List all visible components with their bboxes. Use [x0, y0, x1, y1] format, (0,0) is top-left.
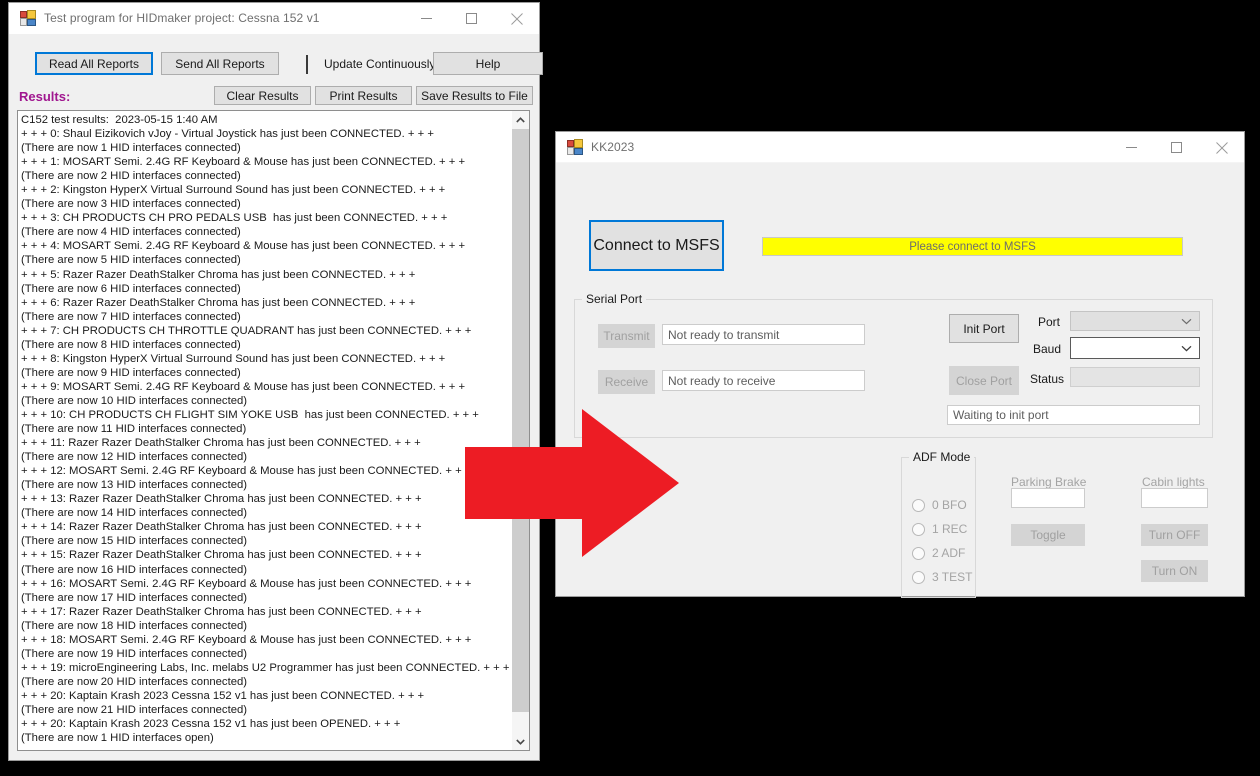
transmit-status-field[interactable]: Not ready to transmit — [662, 324, 865, 345]
results-text: C152 test results: 2023-05-15 1:40 AM + … — [21, 114, 510, 745]
serial-status-label: Status — [1030, 372, 1065, 386]
radio-icon[interactable] — [912, 570, 925, 584]
cabin-lights-turn-off-button[interactable]: Turn OFF — [1141, 524, 1208, 546]
send-all-reports-button[interactable]: Send All Reports — [161, 52, 279, 75]
close-icon[interactable] — [494, 3, 539, 34]
init-port-button[interactable]: Init Port — [949, 314, 1019, 343]
minimize-icon[interactable] — [1109, 132, 1154, 163]
port-state-field: Waiting to init port — [947, 405, 1200, 425]
port-combobox[interactable] — [1070, 311, 1200, 331]
results-label: Results: — [19, 89, 71, 104]
read-all-reports-button[interactable]: Read All Reports — [35, 52, 153, 75]
adf-mode-group-label: ADF Mode — [909, 450, 975, 464]
cabin-lights-field[interactable] — [1141, 488, 1208, 508]
parking-brake-label: Parking Brake — [1011, 475, 1087, 489]
maximize-icon[interactable] — [1154, 132, 1199, 163]
adf-mode-option-0-bfo[interactable]: 0 BFO — [912, 498, 967, 512]
clear-results-button[interactable]: Clear Results — [214, 86, 311, 105]
receive-button[interactable]: Receive — [598, 370, 655, 394]
hidmaker-titlebar[interactable]: Test program for HIDmaker project: Cessn… — [9, 3, 539, 34]
kk2023-window-title: KK2023 — [591, 140, 635, 154]
adf-mode-option-2-adf[interactable]: 2 ADF — [912, 546, 965, 560]
serial-port-group: Serial Port Transmit Not ready to transm… — [574, 292, 1213, 438]
cabin-lights-label: Cabin lights — [1142, 475, 1205, 489]
serial-port-group-label: Serial Port — [582, 292, 647, 306]
chevron-down-icon — [1181, 345, 1192, 352]
update-continuously-label: Update Continuously — [324, 57, 436, 71]
checkbox-box[interactable] — [306, 55, 308, 74]
help-button[interactable]: Help — [433, 52, 543, 75]
radio-icon[interactable] — [912, 546, 925, 560]
print-results-button[interactable]: Print Results — [315, 86, 412, 105]
port-label: Port — [1038, 315, 1061, 329]
maximize-icon[interactable] — [449, 3, 494, 34]
vb-form-icon — [20, 10, 36, 26]
adf-mode-option-label: 3 TEST — [932, 570, 973, 584]
adf-mode-group: ADF Mode 0 BFO 1 REC 2 ADF 3 TEST — [901, 450, 976, 598]
save-results-to-file-button[interactable]: Save Results to File — [416, 86, 533, 105]
results-output-box[interactable]: C152 test results: 2023-05-15 1:40 AM + … — [17, 110, 530, 751]
vb-form-icon — [567, 139, 583, 155]
hidmaker-body: Read All Reports Send All Reports Update… — [9, 34, 543, 760]
serial-status-field — [1070, 367, 1200, 387]
baud-label: Baud — [1033, 342, 1062, 356]
results-vertical-scrollbar[interactable] — [511, 111, 529, 750]
adf-mode-option-1-rec[interactable]: 1 REC — [912, 522, 967, 536]
adf-mode-option-label: 0 BFO — [932, 498, 967, 512]
chevron-down-icon — [1181, 318, 1192, 325]
parking-brake-toggle-button[interactable]: Toggle — [1011, 524, 1085, 546]
transmit-button[interactable]: Transmit — [598, 324, 655, 348]
kk2023-titlebar[interactable]: KK2023 — [556, 132, 1244, 163]
hidmaker-window-title: Test program for HIDmaker project: Cessn… — [44, 11, 320, 25]
msfs-status-banner: Please connect to MSFS — [762, 237, 1183, 256]
adf-mode-option-3-test[interactable]: 3 TEST — [912, 570, 972, 584]
radio-icon[interactable] — [912, 498, 925, 512]
hidmaker-window: Test program for HIDmaker project: Cessn… — [8, 2, 543, 761]
parking-brake-field[interactable] — [1011, 488, 1085, 508]
connect-to-msfs-button[interactable]: Connect to MSFS — [589, 220, 724, 271]
radio-icon[interactable] — [912, 522, 925, 536]
hidmaker-window-controls — [404, 3, 539, 34]
chevron-up-icon[interactable] — [512, 111, 529, 128]
kk2023-body: Connect to MSFS Please connect to MSFS S… — [556, 163, 1244, 598]
adf-mode-option-label: 1 REC — [932, 522, 968, 536]
close-port-button[interactable]: Close Port — [949, 366, 1019, 395]
update-continuously-checkbox[interactable] — [306, 55, 308, 74]
chevron-down-icon[interactable] — [512, 733, 529, 750]
scrollbar-thumb[interactable] — [512, 129, 529, 712]
kk2023-window: KK2023 Connect to MSFS Please connect to… — [555, 131, 1245, 598]
cabin-lights-turn-on-button[interactable]: Turn ON — [1141, 560, 1208, 582]
kk2023-window-controls — [1109, 132, 1244, 163]
close-icon[interactable] — [1199, 132, 1244, 163]
receive-status-field[interactable]: Not ready to receive — [662, 370, 865, 391]
minimize-icon[interactable] — [404, 3, 449, 34]
adf-mode-option-label: 2 ADF — [932, 546, 966, 560]
baud-combobox[interactable] — [1070, 337, 1200, 359]
